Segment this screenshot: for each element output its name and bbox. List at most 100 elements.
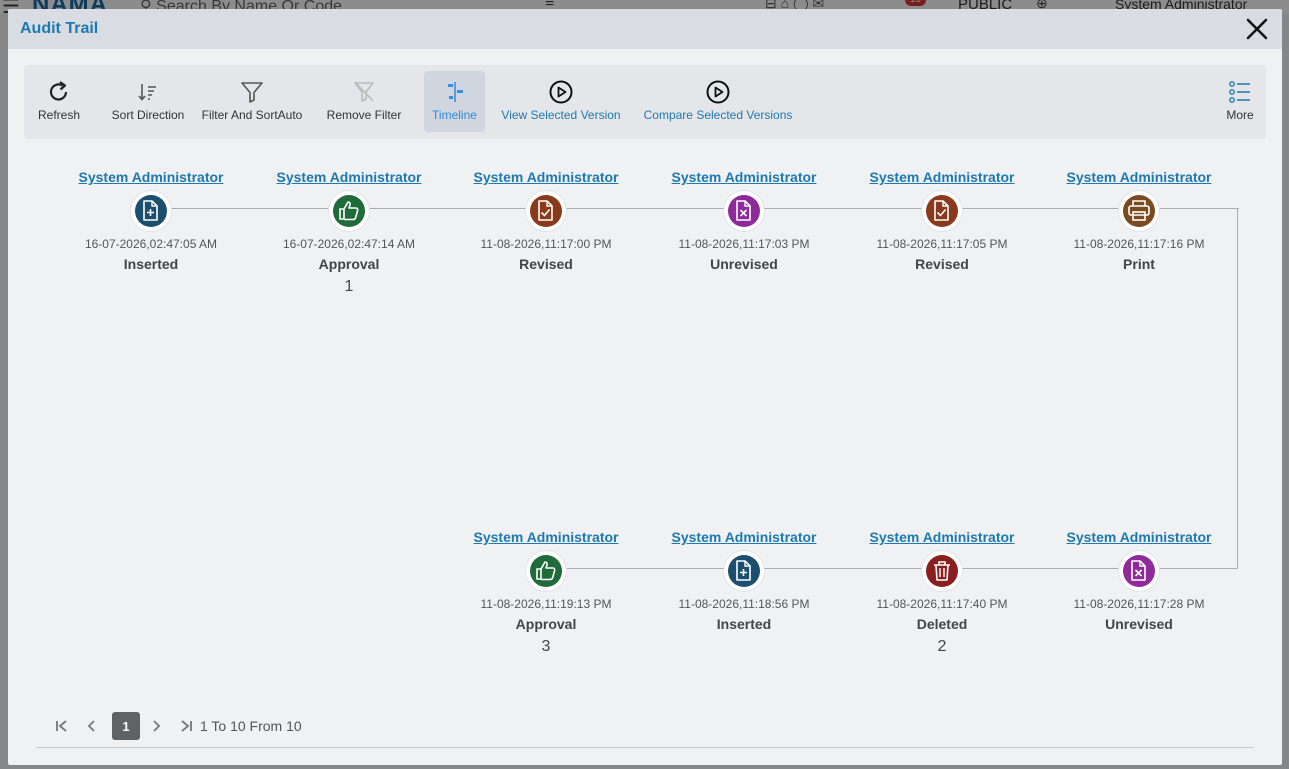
last-page-button[interactable] <box>172 712 200 740</box>
refresh-label: Refresh <box>37 108 81 122</box>
pagination-info: 1 To 10 From 10 <box>200 718 302 734</box>
entry-action: Unrevised <box>710 256 778 272</box>
filter-sort-button[interactable]: Filter And SortAuto <box>200 71 304 132</box>
play-circle-icon <box>706 80 730 104</box>
action-icon-button[interactable] <box>526 191 566 231</box>
entry-action: Revised <box>519 256 573 272</box>
remove-filter-icon <box>354 81 374 102</box>
user-link[interactable]: System Administrator <box>857 169 1027 187</box>
action-icon-button[interactable] <box>1119 191 1159 231</box>
timeline-entry: System Administrator 16-07-2026,02:47:14 … <box>264 169 434 296</box>
action-icon-button[interactable] <box>724 191 764 231</box>
entry-date: 11-08-2026,11:18:56 PM <box>678 597 810 611</box>
user-link[interactable]: System Administrator <box>461 169 631 187</box>
list-icon <box>1229 81 1250 103</box>
toolbar: Refresh Sort Direction Filter And SortAu… <box>24 65 1266 139</box>
entry-action: Approval <box>318 256 380 272</box>
compare-selected-versions-button[interactable]: Compare Selected Versions <box>638 71 798 132</box>
document-plus-icon <box>143 200 158 221</box>
timeline-entry: System Administrator 11-08-2026,11:17:03 … <box>659 169 829 273</box>
user-link[interactable]: System Administrator <box>1054 529 1224 547</box>
last-page-icon <box>181 720 192 732</box>
timeline-entry: System Administrator 11-08-2026,11:17:28 … <box>1054 529 1224 633</box>
view-selected-version-button[interactable]: View Selected Version <box>494 71 628 132</box>
sort-descending-icon <box>138 84 156 101</box>
entry-action: Inserted <box>716 616 772 632</box>
document-plus-icon <box>736 560 751 581</box>
entry-number: 1 <box>344 278 354 295</box>
compare-selected-versions-label: Compare Selected Versions <box>643 108 793 122</box>
user-link[interactable]: System Administrator <box>659 529 829 547</box>
printer-icon <box>1128 200 1150 221</box>
document-check-icon <box>538 200 553 221</box>
entry-action: Inserted <box>123 256 179 272</box>
entry-date: 11-08-2026,11:17:40 PM <box>876 597 1008 611</box>
entry-date: 11-08-2026,11:17:16 PM <box>1073 237 1205 251</box>
document-x-icon <box>1131 560 1146 581</box>
action-icon-button[interactable] <box>131 191 171 231</box>
timeline-entry: System Administrator 11-08-2026,11:17:40 … <box>857 529 1027 656</box>
refresh-button[interactable]: Refresh <box>32 71 86 132</box>
entry-number: 3 <box>541 638 551 655</box>
action-icon-button[interactable] <box>526 551 566 591</box>
action-icon-circle <box>1123 555 1155 587</box>
more-button[interactable]: More <box>1220 71 1260 132</box>
action-icon-circle <box>926 195 958 227</box>
user-link[interactable]: System Administrator <box>659 169 829 187</box>
entry-action: Approval <box>515 616 577 632</box>
entry-date: 11-08-2026,11:17:05 PM <box>876 237 1008 251</box>
action-icon-circle <box>530 195 562 227</box>
chevron-right-icon <box>153 720 161 732</box>
next-page-button[interactable] <box>142 712 170 740</box>
modal-title: Audit Trail <box>20 20 99 37</box>
timeline-entry: System Administrator 11-08-2026,11:17:00 … <box>461 169 631 273</box>
entry-date: 16-07-2026,02:47:14 AM <box>282 237 416 251</box>
sort-direction-label: Sort Direction <box>111 108 185 122</box>
user-link[interactable]: System Administrator <box>264 169 434 187</box>
entry-action: Revised <box>915 256 969 272</box>
entry-action: Print <box>1123 256 1155 272</box>
audit-trail-modal: Audit Trail Refresh Sort Direction Filte… <box>8 9 1282 765</box>
user-link[interactable]: System Administrator <box>1054 169 1224 187</box>
entry-action: Deleted <box>916 616 968 632</box>
action-icon-button[interactable] <box>329 191 369 231</box>
modal-header: Audit Trail <box>8 9 1282 49</box>
timeline-entry: System Administrator 11-08-2026,11:17:05 … <box>857 169 1027 273</box>
timeline-entry: System Administrator 16-07-2026,02:47:05 … <box>66 169 236 273</box>
previous-page-button[interactable] <box>78 712 106 740</box>
bottom-divider <box>36 747 1254 748</box>
close-button[interactable] <box>1244 16 1270 42</box>
action-icon-button[interactable] <box>1119 551 1159 591</box>
timeline-entry: System Administrator 11-08-2026,11:19:13 … <box>461 529 631 656</box>
user-link[interactable]: System Administrator <box>461 529 631 547</box>
close-icon <box>1246 18 1268 40</box>
timeline-entry: System Administrator 11-08-2026,11:18:56 … <box>659 529 829 633</box>
filter-sort-label: Filter And SortAuto <box>201 108 303 122</box>
timeline-entry: System Administrator 11-08-2026,11:17:16 … <box>1054 169 1224 273</box>
refresh-icon <box>49 81 68 101</box>
user-link[interactable]: System Administrator <box>66 169 236 187</box>
document-x-icon <box>736 200 751 221</box>
entry-date: 11-08-2026,11:17:28 PM <box>1073 597 1205 611</box>
sort-direction-button[interactable]: Sort Direction <box>104 71 192 132</box>
action-icon-button[interactable] <box>922 191 962 231</box>
document-check-icon <box>934 200 949 221</box>
action-icon-circle <box>728 195 760 227</box>
first-page-button[interactable] <box>48 712 76 740</box>
action-icon-button[interactable] <box>724 551 764 591</box>
action-icon-button[interactable] <box>922 551 962 591</box>
view-selected-version-label: View Selected Version <box>501 108 621 122</box>
more-label: More <box>1226 108 1254 122</box>
user-link[interactable]: System Administrator <box>857 529 1027 547</box>
entry-date: 11-08-2026,11:17:03 PM <box>678 237 810 251</box>
timeline-icon <box>447 82 463 102</box>
entry-date: 16-07-2026,02:47:05 AM <box>84 237 218 251</box>
remove-filter-button[interactable]: Remove Filter <box>324 71 404 132</box>
entry-action: Unrevised <box>1105 616 1173 632</box>
timeline-button[interactable]: Timeline <box>424 71 485 132</box>
current-page-button[interactable]: 1 <box>112 712 140 740</box>
entry-date: 11-08-2026,11:17:00 PM <box>480 237 612 251</box>
action-icon-circle <box>333 195 365 227</box>
thumbs-up-icon <box>339 201 359 221</box>
first-page-icon <box>56 720 67 732</box>
